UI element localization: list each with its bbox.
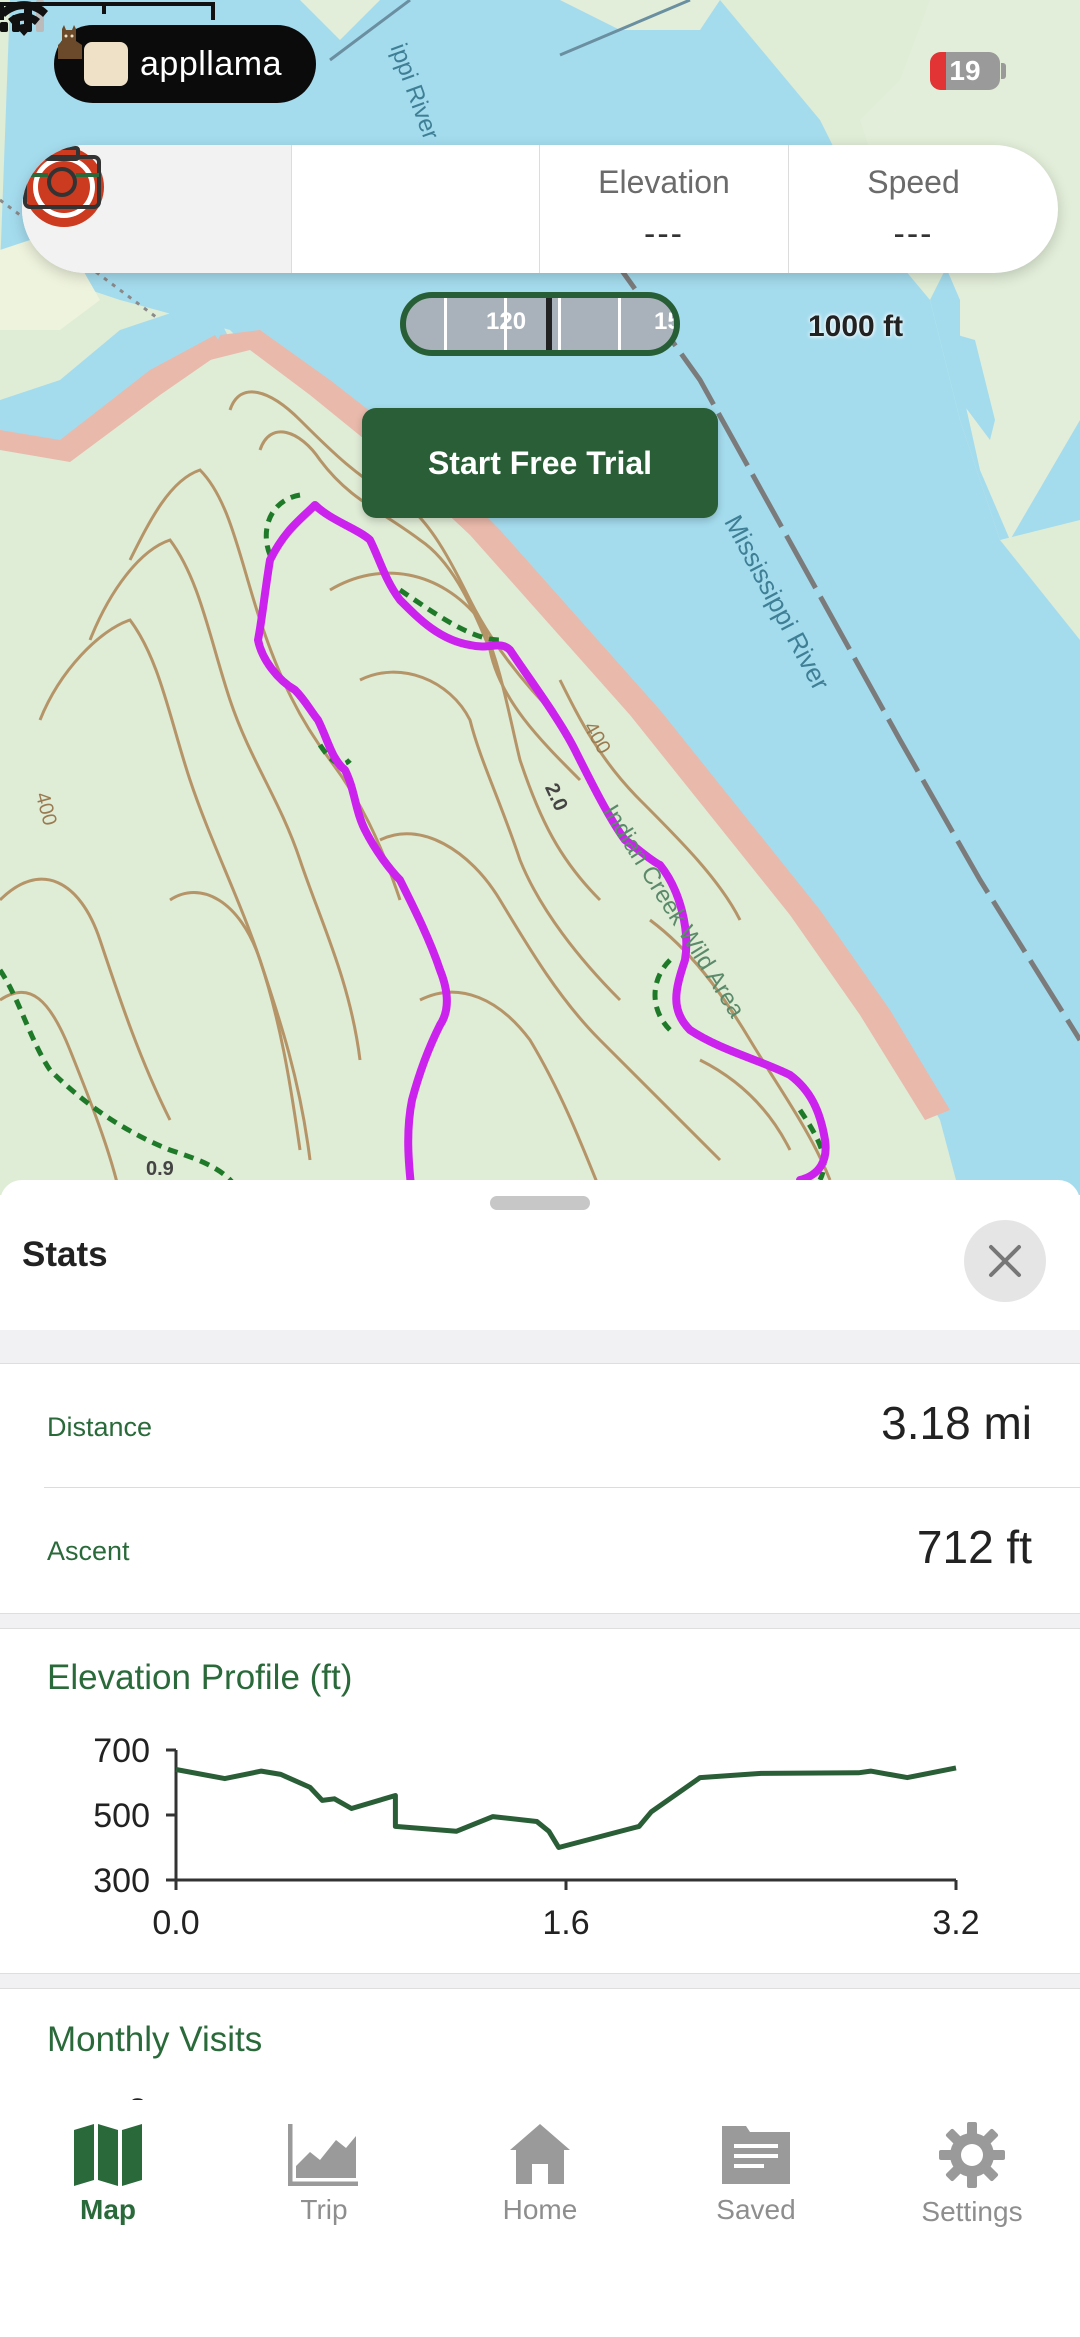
saved-icon [722, 2126, 790, 2184]
y-tick-label: 700 [93, 1732, 150, 1770]
tab-saved[interactable]: Saved [648, 2100, 864, 2240]
start-free-trial-button[interactable]: Start Free Trial [362, 408, 718, 518]
tab-map[interactable]: Map [0, 2100, 216, 2240]
camera-button[interactable] [23, 145, 540, 273]
section-spacer [0, 1613, 1080, 1629]
section-spacer [0, 1330, 1080, 1364]
tab-trip[interactable]: Trip [216, 2100, 432, 2240]
distance-label: Distance [47, 1412, 153, 1442]
elevation-label: Elevation [598, 164, 730, 200]
elevation-line [175, 1765, 957, 1850]
y-tick-label: 300 [93, 1862, 150, 1900]
y-tick-label: 500 [93, 1797, 150, 1835]
map-toolbar: Elevation --- Speed --- [22, 145, 1058, 273]
settings-icon [939, 2122, 1005, 2188]
tab-label: Home [502, 2194, 578, 2225]
elevation-profile-title: Elevation Profile (ft) [47, 1658, 353, 1697]
speed-label: Speed [867, 164, 960, 200]
zoom-indicator[interactable]: 120 15 [400, 292, 680, 356]
x-tick-label: 0.0 [152, 1904, 199, 1942]
ascent-row: Ascent 712 ft [0, 1488, 1080, 1612]
sheet-title: Stats [22, 1235, 108, 1274]
map-icon [74, 2124, 142, 2186]
zoom-level-left: 120 [486, 308, 527, 335]
scale-label: 1000 ft [808, 310, 904, 343]
speed-value: --- [893, 215, 934, 253]
map-label-mile-09: 0.9 [146, 1158, 174, 1180]
camera-icon [23, 146, 101, 209]
ascent-value: 712 ft [916, 1521, 1032, 1573]
carrier-name: appllama [140, 44, 282, 83]
ascent-label: Ascent [47, 1536, 130, 1566]
battery-level: 19 [949, 55, 981, 86]
sheet-grabber[interactable] [490, 1196, 590, 1210]
trip-icon [288, 2124, 358, 2186]
monthly-visits-title: Monthly Visits [47, 2020, 263, 2059]
battery-icon: 19 [930, 52, 1000, 90]
tab-settings[interactable]: Settings [864, 2100, 1080, 2240]
tab-home[interactable]: Home [432, 2100, 648, 2240]
section-spacer [0, 1973, 1080, 1989]
zoom-level-right: 15 [654, 308, 680, 335]
tab-label: Trip [300, 2194, 348, 2225]
tab-label: Map [80, 2194, 136, 2225]
close-button[interactable] [964, 1220, 1046, 1302]
scale-bar [0, 2, 215, 20]
map-view[interactable]: ippi River Mississippi River Indian Cree… [0, 0, 1080, 1195]
tab-bar: Map Trip Home Saved Settings [0, 2100, 1080, 2337]
x-tick-label: 3.2 [932, 1904, 979, 1942]
distance-row: Distance 3.18 mi [0, 1364, 1080, 1488]
elevation-value: --- [644, 215, 684, 253]
distance-value: 3.18 mi [881, 1397, 1032, 1449]
tab-label: Saved [716, 2194, 796, 2225]
home-icon [510, 2124, 570, 2184]
speed-readout: Speed --- [789, 145, 1038, 273]
x-tick-label: 1.6 [542, 1904, 589, 1942]
tab-label: Settings [921, 2196, 1023, 2227]
elevation-readout: Elevation --- [540, 145, 789, 273]
close-icon [989, 1245, 1021, 1277]
elevation-chart: 700 500 3000.0 1.6 3.2 [93, 1732, 979, 1942]
